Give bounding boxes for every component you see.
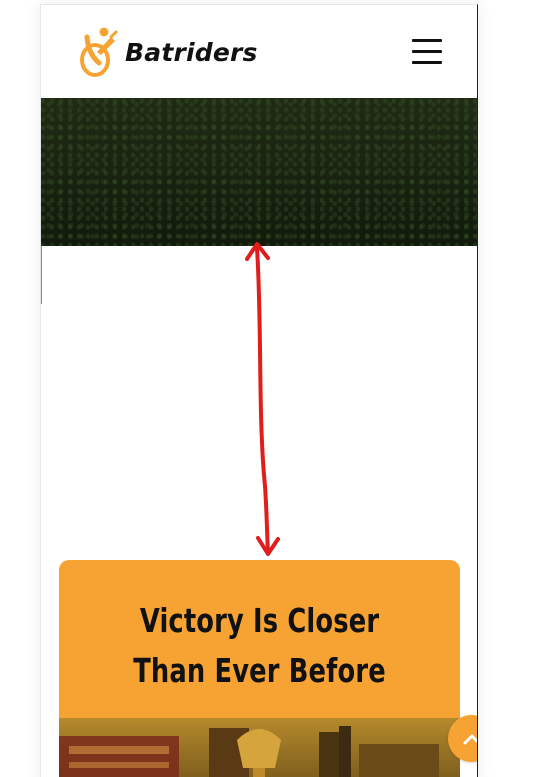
cta-card: Victory Is Closer Than Ever Before [59, 560, 460, 777]
mobile-viewport: Batriders Victory Is Closer Than Ever Be… [40, 4, 478, 777]
stadium-trophy-image [59, 718, 460, 777]
cta-title: Victory Is Closer Than Ever Before [103, 596, 416, 696]
menu-bar-middle [412, 50, 442, 53]
site-header: Batriders [41, 5, 477, 98]
brand-logo[interactable]: Batriders [75, 25, 258, 79]
cricket-bat-ball-logo-icon [80, 27, 118, 77]
chevron-up-icon [463, 734, 477, 744]
menu-bar-bottom [412, 61, 442, 64]
page: Batriders Victory Is Closer Than Ever Be… [0, 0, 555, 777]
edge-divider [41, 246, 42, 304]
cta-title-line-2: Than Ever Before [133, 651, 386, 690]
menu-bar-top [412, 39, 442, 42]
hero-grass-banner [41, 98, 477, 246]
brand-name: Batriders [125, 37, 258, 67]
cta-title-line-1: Victory Is Closer [139, 601, 380, 640]
hamburger-menu-icon[interactable] [412, 39, 442, 64]
